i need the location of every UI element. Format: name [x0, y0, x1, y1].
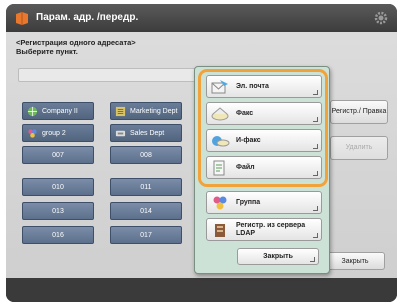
address-cell[interactable]: group 2: [22, 124, 94, 142]
address-cell-label: 017: [140, 231, 152, 239]
address-cell[interactable]: Sales Dept: [110, 124, 182, 142]
chevron-icon: [310, 257, 315, 262]
address-cell-label: 013: [52, 207, 64, 215]
address-cell-label: 010: [52, 183, 64, 191]
menu-item-label: Факс: [236, 109, 254, 117]
menu-item-label: И-факс: [236, 136, 261, 144]
globe-icon: [27, 106, 38, 116]
chevron-icon: [313, 144, 318, 149]
menu-item-file[interactable]: Файл: [206, 156, 322, 179]
address-cell-label: 007: [52, 151, 64, 159]
address-cell-label: 014: [140, 207, 152, 215]
menu-item-label: Эл. почта: [236, 82, 269, 90]
title-bar: Парам. адр. /передр.: [6, 4, 397, 32]
address-cell-label: group 2: [42, 129, 66, 137]
ldap-icon: [215, 223, 225, 237]
menu-item-label: Файл: [236, 163, 255, 171]
instruction-text: <Регистрация одного адресата> Выберите п…: [16, 38, 276, 56]
network-icon: [115, 130, 126, 136]
menu-item-label: Регистр. из сервера LDAP: [236, 222, 306, 237]
email-icon: [211, 79, 228, 93]
chevron-icon: [313, 90, 318, 95]
chevron-icon: [313, 117, 318, 122]
address-cell[interactable]: 008: [110, 146, 182, 164]
menu-item-email[interactable]: Эл. почта: [206, 75, 322, 98]
address-cell-label: Company II: [42, 107, 78, 115]
address-cell[interactable]: 014: [110, 202, 182, 220]
address-book-icon: [16, 12, 28, 25]
close-button[interactable]: Закрыть: [325, 252, 385, 270]
address-cell[interactable]: 017: [110, 226, 182, 244]
delete-button[interactable]: Удалить: [330, 136, 388, 160]
chevron-icon: [313, 233, 318, 238]
group-icon: [213, 196, 227, 209]
popup-close-label: Закрыть: [263, 253, 293, 260]
menu-item-ifax[interactable]: И-факс: [206, 129, 322, 152]
instruction-line-2: Выберите пункт.: [16, 47, 78, 56]
address-cell[interactable]: 007: [22, 146, 94, 164]
fax-icon: [211, 106, 229, 120]
address-cell[interactable]: Marketing Dept: [110, 102, 182, 120]
window-title: Парам. адр. /передр.: [36, 12, 139, 23]
instruction-line-1: <Регистрация одного адресата>: [16, 38, 136, 47]
menu-item-group[interactable]: Группа: [206, 191, 322, 214]
list-icon: [115, 106, 126, 116]
address-cell-label: 008: [140, 151, 152, 159]
chevron-icon: [313, 206, 318, 211]
menu-item-label: Группа: [236, 198, 261, 206]
group-icon: [28, 128, 37, 138]
menu-item-ldap[interactable]: Регистр. из сервера LDAP: [206, 218, 322, 241]
bottom-bar: [6, 278, 397, 302]
popup-close-button[interactable]: Закрыть: [237, 248, 319, 265]
address-cell-label: 016: [52, 231, 64, 239]
address-cell[interactable]: Company II: [22, 102, 94, 120]
chevron-icon: [313, 171, 318, 176]
address-cell[interactable]: 011: [110, 178, 182, 196]
file-icon: [213, 160, 225, 175]
address-cell-label: 011: [140, 183, 152, 191]
menu-item-fax[interactable]: Факс: [206, 102, 322, 125]
gear-icon[interactable]: [373, 10, 389, 26]
address-cell-label: Sales Dept: [130, 129, 165, 137]
address-cell-label: Marketing Dept: [130, 107, 178, 115]
ifax-icon: [212, 135, 230, 146]
register-edit-button[interactable]: Регистр./ Правка: [330, 100, 388, 124]
address-cell[interactable]: 016: [22, 226, 94, 244]
address-cell[interactable]: 010: [22, 178, 94, 196]
address-cell[interactable]: 013: [22, 202, 94, 220]
